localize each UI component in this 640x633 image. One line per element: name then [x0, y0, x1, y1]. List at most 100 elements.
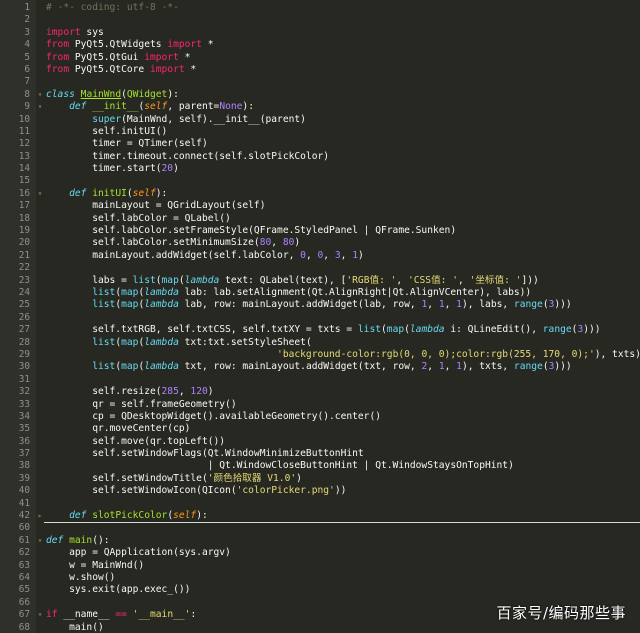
code-line[interactable]: 38 | Qt.WindowCloseButtonHint | Qt.Windo…	[0, 460, 640, 472]
code-line[interactable]: 22	[0, 262, 640, 274]
code-token: *	[178, 51, 191, 63]
code-token: self	[132, 187, 156, 199]
code-line[interactable]: 19 self.labColor.setFrameStyle(QFrame.St…	[0, 225, 640, 237]
line-number: 22	[18, 262, 30, 274]
code-line[interactable]: 9 ▾ def __init__(self, parent=None):	[0, 101, 640, 113]
code-token: txt:txt.setStyleSheet(	[178, 336, 312, 348]
code-token: if	[46, 609, 58, 621]
code-text: mainLayout.addWidget(self.labColor, 0, 0…	[46, 250, 640, 262]
code-token: initUI	[92, 187, 127, 199]
code-line[interactable]: 14 timer.start(20)	[0, 163, 640, 175]
code-line[interactable]: 10 super(MainWnd, self).__init__(parent)	[0, 114, 640, 126]
code-line[interactable]: 17 mainLayout = QGridLayout(self)	[0, 200, 640, 212]
code-line[interactable]: 27 self.txtRGB, self.txtCSS, self.txtXY …	[0, 324, 640, 336]
code-line[interactable]: 3 import sys	[0, 27, 640, 39]
code-line[interactable]: 15	[0, 175, 640, 187]
code-line[interactable]: 35 qr.moveCenter(cp)	[0, 423, 640, 435]
line-number: 60	[18, 522, 30, 534]
code-line[interactable]: 21 mainLayout.addWidget(self.labColor, 0…	[0, 250, 640, 262]
code-line[interactable]: 12 timer = QTimer(self)	[0, 138, 640, 150]
line-number: 3	[24, 26, 30, 38]
code-line[interactable]: 33 qr = self.frameGeometry()	[0, 399, 640, 411]
code-line[interactable]: 64 w.show()	[0, 572, 640, 584]
code-line[interactable]: 61 ▾ def main():	[0, 535, 640, 547]
code-token: ():	[92, 534, 110, 546]
code-token: self	[173, 510, 197, 522]
code-token: QWidget	[126, 88, 168, 100]
code-line[interactable]: 34 cp = QDesktopWidget().availableGeomet…	[0, 411, 640, 423]
code-line[interactable]: 5 from PyQt5.QtGui import *	[0, 52, 640, 64]
code-line[interactable]: 36 self.move(qr.topLeft())	[0, 436, 640, 448]
code-line[interactable]: 29 'background-color:rgb(0, 0, 0);color:…	[0, 349, 640, 361]
line-number: 21	[18, 249, 30, 261]
line-number: 2	[24, 14, 30, 26]
code-token: main	[69, 534, 93, 546]
code-line[interactable]: 1 # -*- coding: utf-8 -*-	[0, 2, 640, 14]
code-line[interactable]: 7	[0, 76, 640, 88]
code-text: self.txtRGB, self.txtCSS, self.txtXY = t…	[46, 324, 640, 336]
code-editor[interactable]: 1 # -*- coding: utf-8 -*- 2 3 import sys 4 fro…	[0, 0, 640, 633]
code-line[interactable]: 42 ▸ def slotPickColor(self):	[0, 510, 640, 522]
code-text: self.labColor = QLabel()	[46, 213, 640, 225]
code-line[interactable]: 6 from PyQt5.QtCore import *	[0, 64, 640, 76]
code-line[interactable]: 25 list(map(lambda lab, row: mainLayout.…	[0, 299, 640, 311]
code-text: from PyQt5.QtGui import *	[46, 52, 640, 64]
code-token: import	[144, 51, 179, 63]
fold-toggle-icon[interactable]: ▾	[36, 101, 44, 113]
fold-toggle-icon[interactable]: ▾	[36, 188, 44, 200]
code-line[interactable]: 20 self.labColor.setMinimumSize(80, 80)	[0, 237, 640, 249]
line-number: 64	[18, 571, 30, 583]
code-line[interactable]: 23 labs = list(map(lambda text: QLabel(t…	[0, 275, 640, 287]
code-line[interactable]: 37 self.setWindowFlags(Qt.WindowMinimize…	[0, 448, 640, 460]
code-token: '坐标值: '	[469, 274, 522, 286]
code-line[interactable]: 13 timer.timeout.connect(self.slotPickCo…	[0, 151, 640, 163]
code-line[interactable]: 65 sys.exit(app.exec_())	[0, 584, 640, 596]
line-number: 5	[24, 51, 30, 63]
code-line[interactable]: 68 main()	[0, 622, 640, 633]
line-number: 26	[18, 311, 30, 323]
code-line[interactable]: 60	[0, 522, 640, 534]
line-number: 7	[24, 76, 30, 88]
code-token: labs =	[46, 274, 133, 286]
code-line[interactable]: 39 self.setWindowTitle('颜色拾取器 V1.0')	[0, 473, 640, 485]
code-text: self.setWindowIcon(QIcon('colorPicker.pn…	[46, 485, 640, 497]
code-token: )	[294, 237, 301, 249]
code-line[interactable]: 62 app = QApplication(sys.argv)	[0, 547, 640, 559]
code-line[interactable]: 4 from PyQt5.QtWidgets import *	[0, 39, 640, 51]
code-line[interactable]: 2	[0, 14, 640, 26]
code-line[interactable]: 28 list(map(lambda txt:txt.setStyleSheet…	[0, 337, 640, 349]
code-text: super(MainWnd, self).__init__(parent)	[46, 114, 640, 126]
line-number: 37	[18, 448, 30, 460]
code-line[interactable]: 32 self.resize(285, 120)	[0, 386, 640, 398]
code-lines[interactable]: 1 # -*- coding: utf-8 -*- 2 3 import sys 4 fro…	[0, 0, 640, 633]
code-token: self.txtRGB, self.txtCSS, self.txtXY = t…	[46, 324, 358, 336]
code-token: 'CSS值: '	[407, 274, 458, 286]
fold-toggle-icon[interactable]: ▾	[36, 609, 44, 621]
code-token: self.labColor.setMinimumSize(	[46, 237, 260, 249]
code-line[interactable]: 41	[0, 498, 640, 510]
code-line[interactable]: 18 self.labColor = QLabel()	[0, 213, 640, 225]
code-text: w = MainWnd()	[46, 560, 640, 572]
line-number: 68	[18, 621, 30, 633]
fold-toggle-icon[interactable]: ▾	[36, 89, 44, 101]
code-line[interactable]: 40 self.setWindowIcon(QIcon('colorPicker…	[0, 485, 640, 497]
code-text: 'background-color:rgb(0, 0, 0);color:rgb…	[46, 349, 640, 361]
code-text: self.setWindowFlags(Qt.WindowMinimizeBut…	[46, 448, 640, 460]
code-token: )))	[554, 299, 572, 311]
code-line[interactable]: 8 ▾ class MainWnd(QWidget):	[0, 89, 640, 101]
code-line[interactable]: 11 self.initUI()	[0, 126, 640, 138]
code-line[interactable]: 31	[0, 374, 640, 386]
code-token: PyQt5.QtCore	[69, 63, 150, 75]
code-text: import sys	[46, 27, 640, 39]
code-line[interactable]: 63 w = MainWnd()	[0, 560, 640, 572]
code-line[interactable]: 24 list(map(lambda lab: lab.setAlignment…	[0, 287, 640, 299]
code-line[interactable]: 30 list(map(lambda txt, row: mainLayout.…	[0, 361, 640, 373]
code-token: from	[46, 63, 70, 75]
fold-toggle-icon[interactable]: ▾	[36, 535, 44, 547]
code-line[interactable]: 16 ▾ def initUI(self):	[0, 188, 640, 200]
code-line[interactable]: 26	[0, 312, 640, 324]
fold-toggle-icon[interactable]: ▸	[36, 510, 44, 522]
code-token: self.setWindowTitle(	[46, 472, 208, 484]
